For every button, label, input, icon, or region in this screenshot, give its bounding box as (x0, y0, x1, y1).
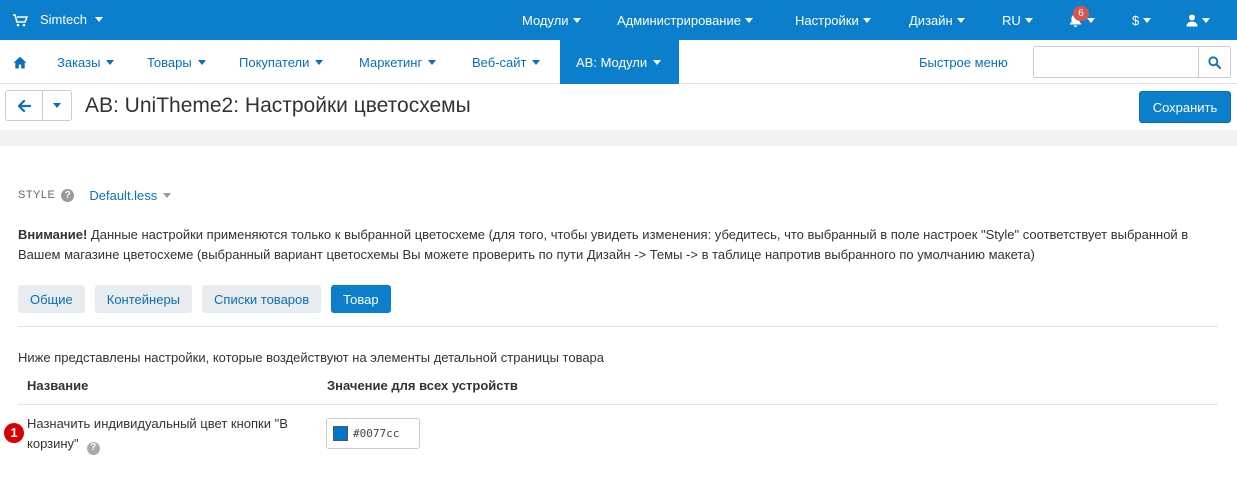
search-box (1033, 46, 1231, 78)
chevron-down-icon (197, 59, 206, 65)
nav-customers[interactable]: Покупатели (239, 40, 324, 84)
table-divider (18, 404, 1218, 405)
chevron-down-icon (862, 17, 871, 23)
top-bar: Simtech Модули Администрирование Настрой… (0, 0, 1237, 40)
language-label: RU (1002, 12, 1021, 28)
nav-orders[interactable]: Заказы (57, 40, 115, 84)
topmenu-label: Дизайн (909, 12, 953, 28)
topmenu-label: Администрирование (617, 12, 741, 28)
title-bar: AB: UniTheme2: Настройки цветосхемы Сохр… (0, 84, 1237, 130)
tab-containers[interactable]: Контейнеры (94, 285, 193, 313)
chevron-down-icon (163, 192, 172, 198)
chevron-down-icon (532, 59, 541, 65)
nav-ab-modules[interactable]: AB: Модули (560, 40, 679, 84)
store-name: Simtech (40, 12, 87, 27)
home-icon (13, 56, 27, 68)
nav-marketing[interactable]: Маркетинг (359, 40, 437, 84)
search-input[interactable] (1034, 47, 1198, 77)
topmenu-modules[interactable]: Модули (522, 0, 581, 40)
nav-label: Маркетинг (359, 54, 423, 70)
setting-label-text: Назначить индивидуальный цвет кнопки "В … (27, 416, 288, 451)
currency-selector[interactable]: $ (1132, 0, 1152, 40)
topmenu-label: Настройки (795, 12, 859, 28)
nav-label: AB: Модули (576, 54, 648, 70)
topmenu-design[interactable]: Дизайн (909, 0, 965, 40)
chevron-down-icon (572, 17, 581, 23)
back-button[interactable] (6, 91, 44, 120)
chevron-down-icon (1202, 17, 1210, 23)
save-button[interactable]: Сохранить (1139, 91, 1231, 123)
color-value: #0077cc (353, 427, 400, 440)
style-row: STYLE ? Default.less (18, 186, 172, 204)
topmenu-administration[interactable]: Администрирование (617, 0, 753, 40)
annotation-marker: 1 (4, 423, 24, 443)
help-icon[interactable]: ? (61, 188, 75, 202)
setting-row-label: Назначить индивидуальный цвет кнопки "В … (27, 414, 297, 455)
back-history-dropdown[interactable] (43, 91, 71, 120)
divider-strip (0, 130, 1237, 146)
tab-product-lists[interactable]: Списки товаров (202, 285, 322, 313)
user-menu[interactable] (1186, 0, 1210, 40)
chevron-down-icon (106, 59, 115, 65)
nav-label: Заказы (57, 54, 101, 70)
style-value: Default.less (89, 187, 158, 203)
nav-label: Веб-сайт (472, 54, 527, 70)
nav-label: Товары (147, 54, 192, 70)
chevron-down-icon (1087, 17, 1095, 23)
chevron-down-icon (1143, 17, 1152, 23)
settings-tabs: Общие Контейнеры Списки товаров Товар (18, 285, 391, 313)
language-selector[interactable]: RU (1002, 0, 1033, 40)
nav-products[interactable]: Товары (147, 40, 206, 84)
quick-menu-link[interactable]: Быстрое меню (919, 40, 1008, 84)
help-icon[interactable]: ? (86, 441, 100, 455)
tab-general[interactable]: Общие (18, 285, 85, 313)
store-switcher[interactable]: Simtech (40, 12, 103, 27)
currency-label: $ (1132, 12, 1140, 28)
warning-notice: Внимание! Данные настройки применяются т… (18, 225, 1198, 265)
search-button[interactable] (1198, 47, 1230, 77)
notice-title: Внимание! (18, 227, 88, 242)
column-header-value: Значение для всех устройств (327, 378, 518, 393)
notice-text: Данные настройки применяются только к вы… (18, 227, 1189, 262)
main-navigation: Заказы Товары Покупатели Маркетинг Веб-с… (0, 40, 1237, 84)
user-icon (1186, 14, 1198, 26)
topmenu-label: Модули (522, 12, 569, 28)
section-description: Ниже представлены настройки, которые воз… (18, 350, 605, 365)
chevron-down-icon (1024, 17, 1033, 23)
divider (18, 326, 1218, 327)
color-picker[interactable]: #0077cc (326, 418, 420, 449)
topmenu-settings[interactable]: Настройки (795, 0, 871, 40)
chevron-down-icon (744, 17, 753, 23)
cart-icon[interactable] (12, 12, 28, 28)
chevron-down-icon (428, 59, 437, 65)
style-label: STYLE (18, 189, 56, 201)
chevron-down-icon (956, 17, 965, 23)
notification-badge: 6 (1073, 6, 1089, 21)
chevron-down-icon (53, 103, 62, 108)
arrow-left-icon (17, 99, 31, 112)
search-icon (1208, 55, 1221, 69)
chevron-down-icon (315, 59, 324, 65)
chevron-down-icon (94, 17, 103, 22)
back-button-group (5, 90, 72, 121)
column-header-name: Название (27, 378, 89, 393)
color-swatch[interactable] (333, 426, 348, 441)
nav-website[interactable]: Веб-сайт (472, 40, 541, 84)
nav-label: Покупатели (239, 54, 310, 70)
tab-product[interactable]: Товар (331, 285, 391, 313)
page-title: AB: UniTheme2: Настройки цветосхемы (85, 94, 471, 117)
nav-home[interactable] (13, 40, 27, 84)
style-selector[interactable]: Default.less (89, 187, 172, 203)
chevron-down-icon (653, 59, 662, 65)
